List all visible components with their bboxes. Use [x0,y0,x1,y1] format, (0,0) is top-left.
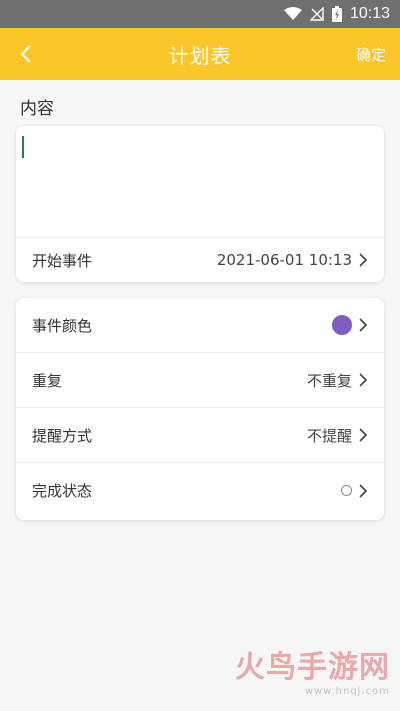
start-time-label: 开始事件 [32,251,93,270]
repeat-row[interactable]: 重复 不重复 [16,353,384,408]
chevron-right-icon [359,428,368,442]
status-time: 10:13 [349,5,390,22]
app-bar: 计划表 确定 [0,28,400,80]
battery-charging-icon [331,6,342,22]
content-area [16,126,384,238]
wifi-icon [283,7,302,20]
watermark-text: 火鸟手游网 [235,650,390,685]
content-input[interactable] [16,126,384,237]
content-card: 开始事件 2021-06-01 10:13 [16,126,384,282]
reminder-label: 提醒方式 [32,426,93,445]
watermark: 火鸟手游网 www.hnqj.com [235,642,390,697]
event-color-swatch [332,315,352,335]
completion-status-label: 完成状态 [32,482,93,500]
status-bar: 10:13 [0,0,400,28]
content-section-label: 内容 [20,99,54,119]
event-color-label: 事件颜色 [32,316,93,335]
chevron-left-icon [20,45,31,63]
confirm-button[interactable]: 确定 [356,28,386,80]
no-signal-icon [309,7,324,21]
repeat-value: 不重复 [306,371,352,390]
page-title: 计划表 [168,43,232,68]
reminder-value: 不提醒 [306,426,352,445]
watermark-url: www.hnqj.com [304,686,390,697]
back-button[interactable] [10,38,42,70]
status-circle-icon [341,485,352,496]
event-color-row[interactable]: 事件颜色 [16,298,384,353]
status-icons [283,6,342,22]
chevron-right-icon [359,253,368,267]
chevron-right-icon [359,483,368,498]
settings-card: 事件颜色 重复 不重复 提醒方式 不提醒 完成状态 [16,298,384,520]
completion-status-row[interactable]: 完成状态 [16,463,384,518]
repeat-label: 重复 [32,371,63,390]
chevron-right-icon [359,318,368,332]
start-time-value: 2021-06-01 10:13 [216,251,352,269]
chevron-right-icon [359,373,368,387]
start-time-row[interactable]: 开始事件 2021-06-01 10:13 [16,238,384,282]
reminder-row[interactable]: 提醒方式 不提醒 [16,408,384,463]
